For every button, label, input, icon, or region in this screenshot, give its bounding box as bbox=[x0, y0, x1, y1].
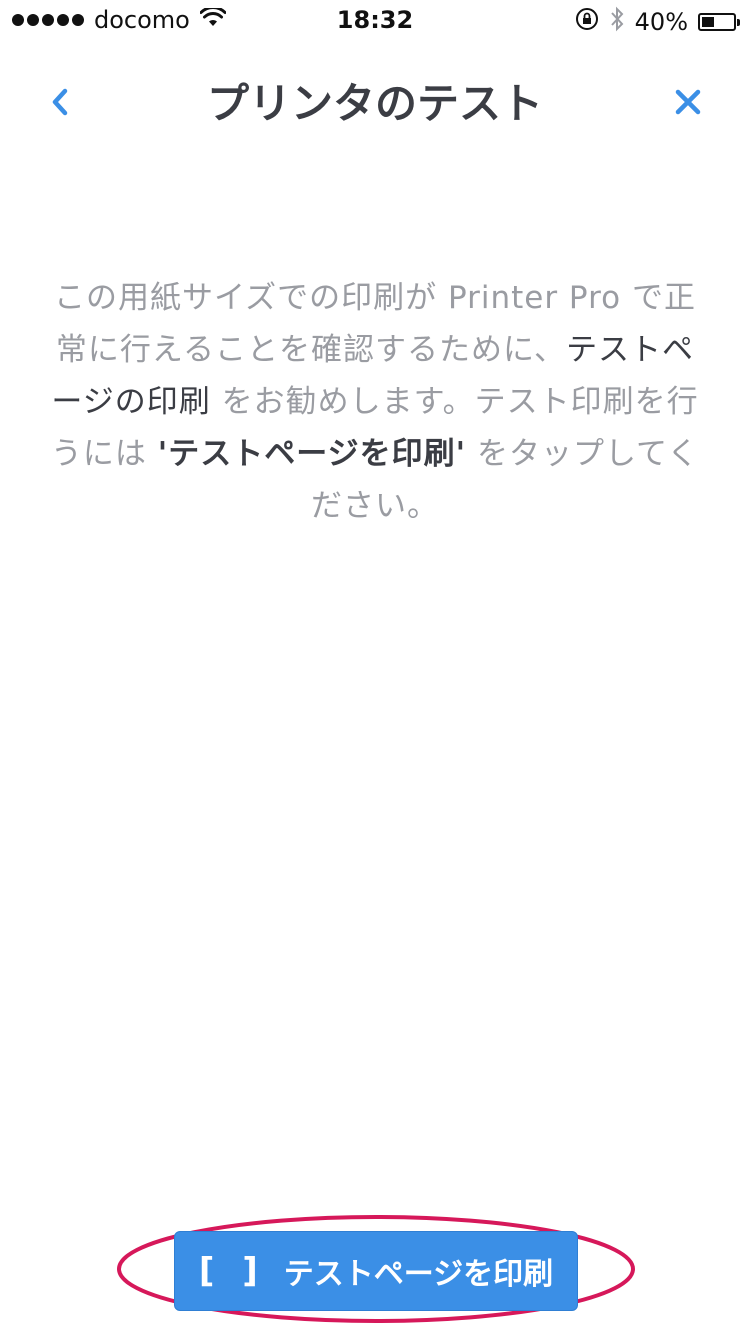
status-bar: docomo 18:32 40% bbox=[0, 0, 750, 40]
chevron-left-icon bbox=[49, 87, 71, 121]
print-page-icon: [ ] bbox=[198, 1251, 266, 1291]
rotation-lock-icon bbox=[575, 7, 599, 37]
page-title: プリンタのテスト bbox=[206, 79, 543, 128]
back-button[interactable] bbox=[40, 82, 80, 126]
screen: docomo 18:32 40% プリンタのテスト この用紙サイズでの印刷が P… bbox=[0, 0, 750, 1334]
close-icon bbox=[674, 88, 702, 120]
battery-percent: 40% bbox=[634, 8, 688, 36]
battery-icon bbox=[698, 13, 740, 31]
test-description: この用紙サイズでの印刷が Printer Pro で正常に行えることを確認するた… bbox=[44, 272, 706, 532]
print-test-page-button[interactable]: [ ] テストページを印刷 bbox=[174, 1231, 578, 1311]
close-button[interactable] bbox=[668, 84, 708, 124]
print-test-page-label: テストページを印刷 bbox=[283, 1257, 554, 1292]
bluetooth-icon bbox=[609, 6, 625, 38]
status-bar-right: 40% bbox=[575, 6, 740, 38]
description-button-name: 'テストページを印刷' bbox=[157, 436, 467, 472]
